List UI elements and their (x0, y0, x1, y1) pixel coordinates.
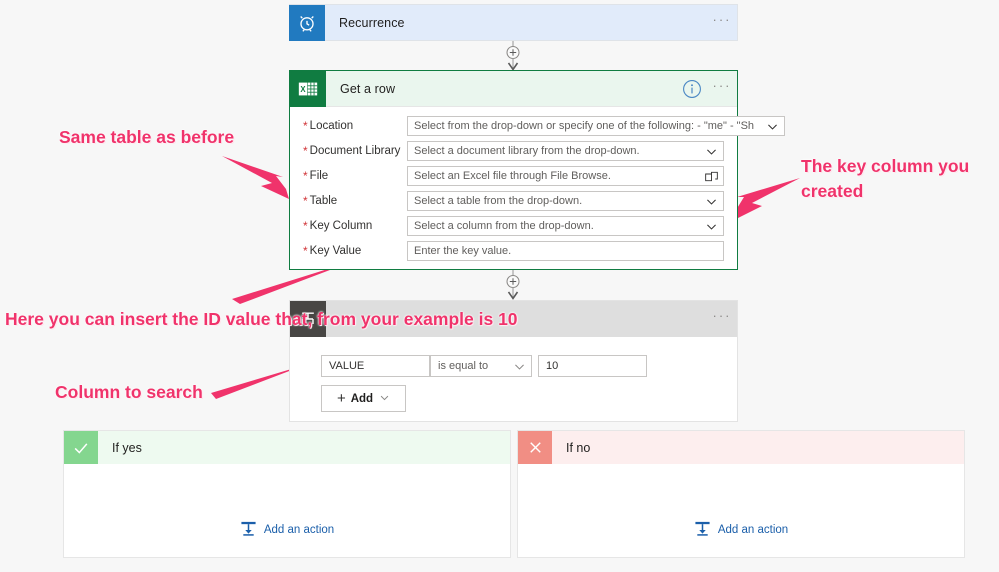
annotation-column-to-search: Column to search (55, 382, 203, 402)
field-label-file: * File (303, 169, 329, 183)
key-value-input[interactable]: Enter the key value. (407, 241, 724, 261)
field-label-document-library: * Document Library (303, 144, 401, 158)
condition-expression-row: VALUE is equal to 10 (321, 355, 737, 377)
condition-operator-value: is equal to (438, 360, 489, 372)
annotation-id-value: Here you can insert the ID value that, f… (5, 309, 518, 329)
document-library-value: Select a document library from the drop-… (414, 145, 640, 157)
if-yes-add-action-label: Add an action (263, 524, 335, 536)
field-label-key-value: * Key Value (303, 244, 362, 258)
add-condition-button[interactable]: + Add (321, 385, 406, 412)
if-yes-title: If yes (112, 440, 142, 455)
location-value: Select from the drop-down or specify one… (414, 120, 755, 132)
if-no-branch[interactable]: If no Add an action (517, 430, 965, 558)
chevron-down-icon[interactable] (699, 145, 723, 158)
file-value: Select an Excel file through File Browse… (414, 170, 611, 182)
field-row-file: * File Select an Excel file through File … (303, 166, 724, 186)
key-column-dropdown[interactable]: Select a column from the drop-down. (407, 216, 724, 236)
location-dropdown[interactable]: Select from the drop-down or specify one… (407, 116, 786, 136)
required-asterisk: * (303, 219, 308, 233)
chevron-down-icon[interactable] (379, 392, 390, 406)
if-no-add-action-button[interactable]: Add an action (694, 520, 788, 540)
alarm-clock-icon (289, 5, 325, 41)
if-no-add-action-label: Add an action (717, 524, 789, 536)
if-yes-body: Add an action (64, 464, 510, 558)
plus-icon: + (336, 390, 346, 407)
info-icon[interactable] (681, 78, 703, 100)
annotation-same-table: Same table as before (59, 127, 235, 147)
table-value: Select a table from the drop-down. (414, 195, 583, 207)
plus-circle-icon[interactable] (498, 270, 528, 300)
key-value-placeholder: Enter the key value. (414, 245, 512, 257)
annotation-arrow-1 (222, 156, 289, 199)
field-label-location: * Location (303, 119, 354, 133)
excel-file-icon: X (290, 70, 326, 107)
condition-overflow-button[interactable]: ··· (707, 309, 737, 326)
if-yes-header: If yes (64, 431, 510, 464)
file-browse-input[interactable]: Select an Excel file through File Browse… (407, 166, 724, 186)
chevron-down-icon[interactable] (760, 120, 784, 133)
required-asterisk: * (303, 169, 308, 183)
annotation-key-column: The key column you created (801, 156, 970, 201)
document-library-dropdown[interactable]: Select a document library from the drop-… (407, 141, 724, 161)
connector-getarow-to-condition[interactable] (498, 270, 528, 303)
condition-body: VALUE is equal to 10 + Add (290, 337, 737, 412)
required-asterisk: * (303, 144, 308, 158)
get-a-row-card-header[interactable]: X Get a row ··· (290, 70, 737, 107)
checkmark-icon (64, 431, 98, 464)
field-row-table: * Table Select a table from the drop-down… (303, 191, 724, 211)
svg-text:X: X (300, 85, 306, 94)
if-no-body: Add an action (518, 464, 964, 558)
chevron-down-icon[interactable] (507, 360, 531, 373)
field-label-table: * Table (303, 194, 338, 208)
key-column-value: Select a column from the drop-down. (414, 220, 594, 232)
field-row-key-value: * Key Value Enter the key value. (303, 241, 724, 261)
cross-icon (518, 431, 552, 464)
get-a-row-card[interactable]: X Get a row ··· * Location Select from t… (289, 70, 786, 270)
condition-operator-dropdown[interactable]: is equal to (430, 355, 532, 377)
annotation-arrow-2 (730, 178, 800, 222)
recurrence-overflow-button[interactable]: ··· (707, 13, 737, 30)
field-label-key-column: * Key Column (303, 219, 373, 233)
folder-icon[interactable] (699, 170, 723, 183)
required-asterisk: * (303, 244, 308, 258)
add-action-icon (694, 520, 711, 540)
condition-right-operand-input[interactable]: 10 (538, 355, 647, 377)
plus-circle-icon[interactable] (498, 41, 528, 71)
required-asterisk: * (303, 119, 308, 133)
required-asterisk: * (303, 194, 308, 208)
chevron-down-icon[interactable] (699, 195, 723, 208)
condition-left-operand-input[interactable]: VALUE (321, 355, 430, 377)
if-no-title: If no (566, 440, 591, 455)
add-condition-label: Add (350, 392, 374, 405)
recurrence-title: Recurrence (339, 16, 405, 30)
if-yes-branch[interactable]: If yes Add an action (63, 430, 511, 558)
if-no-header: If no (518, 431, 964, 464)
field-row-location: * Location Select from the drop-down or s… (303, 116, 786, 136)
get-a-row-overflow-button[interactable]: ··· (707, 79, 737, 96)
recurrence-card[interactable]: Recurrence ··· (289, 4, 738, 41)
field-row-key-column: * Key Column Select a column from the dro… (303, 216, 724, 236)
add-action-icon (240, 520, 257, 540)
get-a-row-title: Get a row (340, 81, 396, 96)
if-yes-add-action-button[interactable]: Add an action (240, 520, 334, 540)
table-dropdown[interactable]: Select a table from the drop-down. (407, 191, 724, 211)
recurrence-card-header[interactable]: Recurrence ··· (289, 5, 737, 41)
get-a-row-field-list: * Location Select from the drop-down or s… (290, 107, 786, 275)
field-row-document-library: * Document Library Select a document libr… (303, 141, 724, 161)
chevron-down-icon[interactable] (699, 220, 723, 233)
